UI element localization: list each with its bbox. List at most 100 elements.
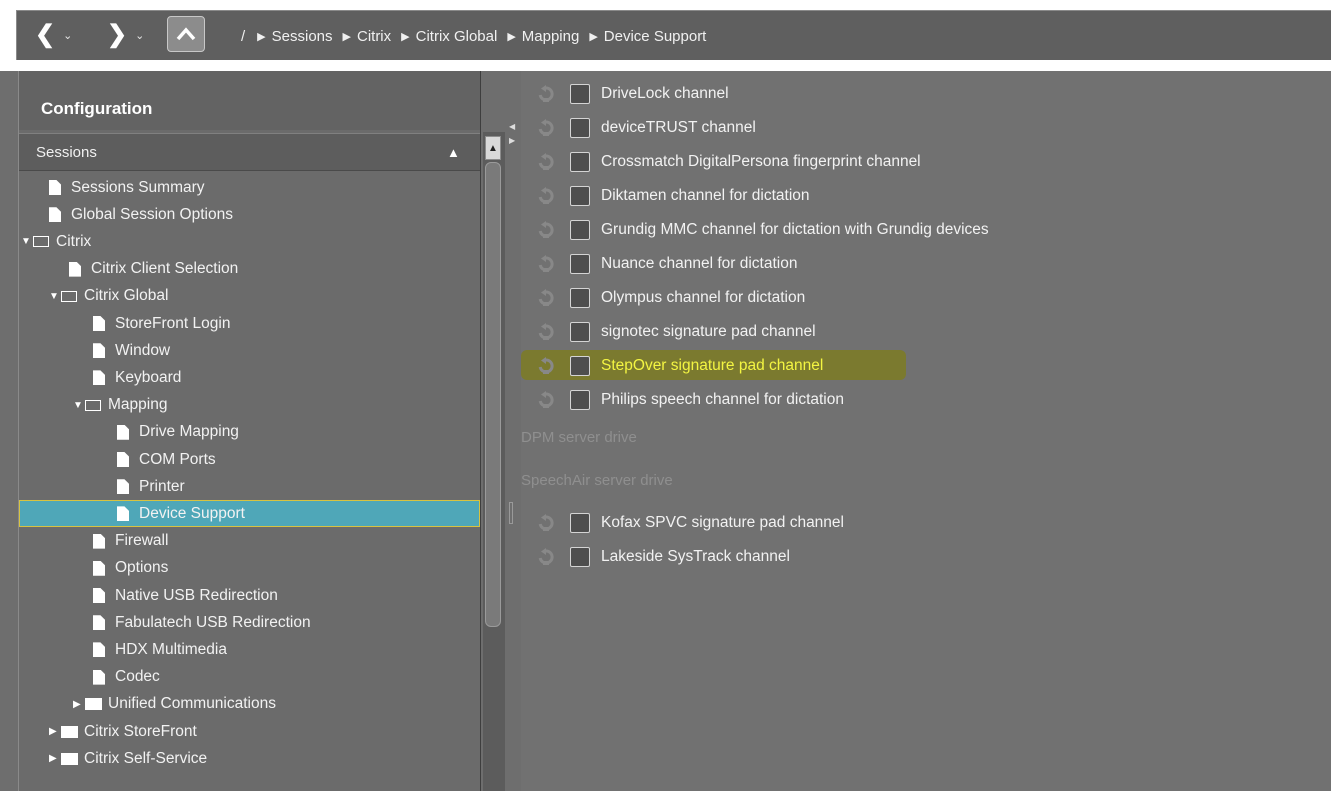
- reset-to-default-icon[interactable]: [535, 321, 557, 343]
- caret-down-icon[interactable]: ⌄: [135, 29, 144, 42]
- tree-item[interactable]: Keyboard: [19, 364, 480, 391]
- tree-item[interactable]: Firewall: [19, 528, 480, 555]
- reset-to-default-icon[interactable]: [535, 512, 557, 534]
- tree-item[interactable]: ▼ Citrix: [19, 228, 480, 255]
- file-icon: [93, 560, 105, 576]
- disabled-section-heading: DPM server drive: [521, 429, 637, 446]
- file-icon: [117, 452, 129, 467]
- tree-item[interactable]: StoreFront Login: [19, 310, 480, 337]
- reset-to-default-icon[interactable]: [535, 287, 557, 309]
- collapsed-toggle-icon[interactable]: ▶: [49, 753, 61, 764]
- collapse-icon[interactable]: ▲: [447, 145, 460, 160]
- file-icon: [117, 424, 129, 440]
- channel-row: DriveLock channel: [521, 79, 1321, 109]
- channel-checkbox[interactable]: [570, 356, 590, 376]
- breadcrumb-item[interactable]: Sessions: [272, 28, 333, 45]
- channel-checkbox[interactable]: [570, 288, 590, 308]
- breadcrumb-root[interactable]: /: [241, 28, 245, 45]
- tree-item[interactable]: Device Support: [19, 500, 480, 528]
- channel-row: deviceTRUST channel: [521, 113, 1321, 143]
- forward-button[interactable]: ❯ ⌄: [107, 19, 144, 51]
- tree-item[interactable]: HDX Multimedia: [19, 636, 480, 663]
- channel-checkbox[interactable]: [570, 152, 590, 172]
- tree-item[interactable]: ▼ Mapping: [19, 392, 480, 419]
- back-button[interactable]: ❮ ⌄: [35, 19, 72, 51]
- tree-item[interactable]: Printer: [19, 473, 480, 500]
- breadcrumb-separator-icon: ▶: [589, 30, 598, 43]
- reset-to-default-icon[interactable]: [535, 117, 557, 139]
- reset-to-default-icon[interactable]: [535, 253, 557, 275]
- tree-item-label: Drive Mapping: [139, 423, 239, 441]
- splitter-grip[interactable]: [509, 502, 513, 524]
- channel-checkbox[interactable]: [570, 118, 590, 138]
- channel-row: Nuance channel for dictation: [521, 249, 1321, 279]
- channel-checkbox[interactable]: [570, 322, 590, 342]
- channel-label: Kofax SPVC signature pad channel: [601, 514, 844, 531]
- folder-icon: [61, 752, 78, 765]
- tree-item[interactable]: Sessions Summary: [19, 174, 480, 201]
- device-support-content: DriveLock channel deviceTRUST channel Cros…: [521, 71, 1331, 791]
- file-icon: [93, 533, 105, 549]
- splitter-arrows-icon[interactable]: ◀ ▶: [509, 120, 515, 148]
- reset-to-default-icon[interactable]: [535, 83, 557, 105]
- configuration-header: Configuration: [19, 71, 480, 130]
- tree-item[interactable]: Codec: [19, 664, 480, 691]
- channel-checkbox[interactable]: [570, 84, 590, 104]
- channel-checkbox[interactable]: [570, 186, 590, 206]
- toolbar: ❮ ⌄ ❯ ⌄ / ▶ Sessions ▶ Citrix ▶ Citrix Global ▶…: [0, 0, 1331, 71]
- tree-item-label: Citrix: [56, 232, 92, 250]
- scroll-thumb[interactable]: [485, 162, 501, 627]
- tree-item[interactable]: ▼ Citrix Global: [19, 283, 480, 310]
- folder-open-icon: [85, 399, 101, 411]
- tree-item-label: Keyboard: [115, 368, 182, 386]
- caret-down-icon[interactable]: ⌄: [63, 29, 72, 42]
- tree-item[interactable]: Native USB Redirection: [19, 582, 480, 609]
- tree-item[interactable]: Options: [19, 555, 480, 582]
- up-button[interactable]: [167, 16, 205, 52]
- file-icon: [93, 615, 105, 631]
- disabled-section-heading: SpeechAir server drive: [521, 472, 673, 489]
- tree-item[interactable]: ▶ Citrix Self-Service: [19, 745, 480, 772]
- tree-item-label: Window: [115, 341, 171, 359]
- scroll-up-icon[interactable]: ▲: [485, 136, 501, 160]
- reset-to-default-icon[interactable]: [535, 389, 557, 411]
- tree-item[interactable]: Window: [19, 337, 480, 364]
- expanded-toggle-icon[interactable]: ▼: [21, 236, 33, 247]
- breadcrumb-separator-icon: ▶: [507, 30, 516, 43]
- tree-item[interactable]: Fabulatech USB Redirection: [19, 609, 480, 636]
- tree-item[interactable]: Citrix Client Selection: [19, 256, 480, 283]
- reset-to-default-icon[interactable]: [535, 355, 557, 377]
- tree-scrollbar[interactable]: ▲: [483, 132, 505, 791]
- reset-to-default-icon[interactable]: [535, 546, 557, 568]
- channel-checkbox[interactable]: [570, 547, 590, 567]
- channel-label: signotec signature pad channel: [601, 323, 816, 340]
- breadcrumb-separator-icon: ▶: [257, 30, 266, 43]
- tree-item-label: Fabulatech USB Redirection: [115, 613, 311, 631]
- tree-item[interactable]: ▶ Unified Communications: [19, 691, 480, 718]
- tree-item[interactable]: Global Session Options: [19, 201, 480, 228]
- collapsed-toggle-icon[interactable]: ▶: [73, 699, 85, 710]
- expanded-toggle-icon[interactable]: ▼: [73, 400, 85, 411]
- breadcrumb-item[interactable]: Citrix Global: [416, 28, 498, 45]
- breadcrumb-item[interactable]: Device Support: [604, 28, 707, 45]
- breadcrumb-item[interactable]: Mapping: [522, 28, 580, 45]
- breadcrumb-item[interactable]: Citrix: [357, 28, 391, 45]
- file-icon: [117, 479, 129, 495]
- channel-checkbox[interactable]: [570, 513, 590, 533]
- tree-item[interactable]: ▶ Citrix StoreFront: [19, 718, 480, 745]
- breadcrumb-separator-icon: ▶: [342, 30, 351, 43]
- tree-item[interactable]: COM Ports: [19, 446, 480, 473]
- sessions-section-header[interactable]: Sessions ▲: [19, 133, 480, 171]
- channel-checkbox[interactable]: [570, 254, 590, 274]
- channel-checkbox[interactable]: [570, 390, 590, 410]
- folder-icon: [61, 725, 78, 738]
- reset-to-default-icon[interactable]: [535, 219, 557, 241]
- tree-item[interactable]: Drive Mapping: [19, 419, 480, 446]
- tree-item-label: StoreFront Login: [115, 314, 231, 332]
- collapsed-toggle-icon[interactable]: ▶: [49, 726, 61, 737]
- tree-item-label: Global Session Options: [71, 205, 233, 223]
- expanded-toggle-icon[interactable]: ▼: [49, 291, 61, 302]
- channel-checkbox[interactable]: [570, 220, 590, 240]
- reset-to-default-icon[interactable]: [535, 151, 557, 173]
- reset-to-default-icon[interactable]: [535, 185, 557, 207]
